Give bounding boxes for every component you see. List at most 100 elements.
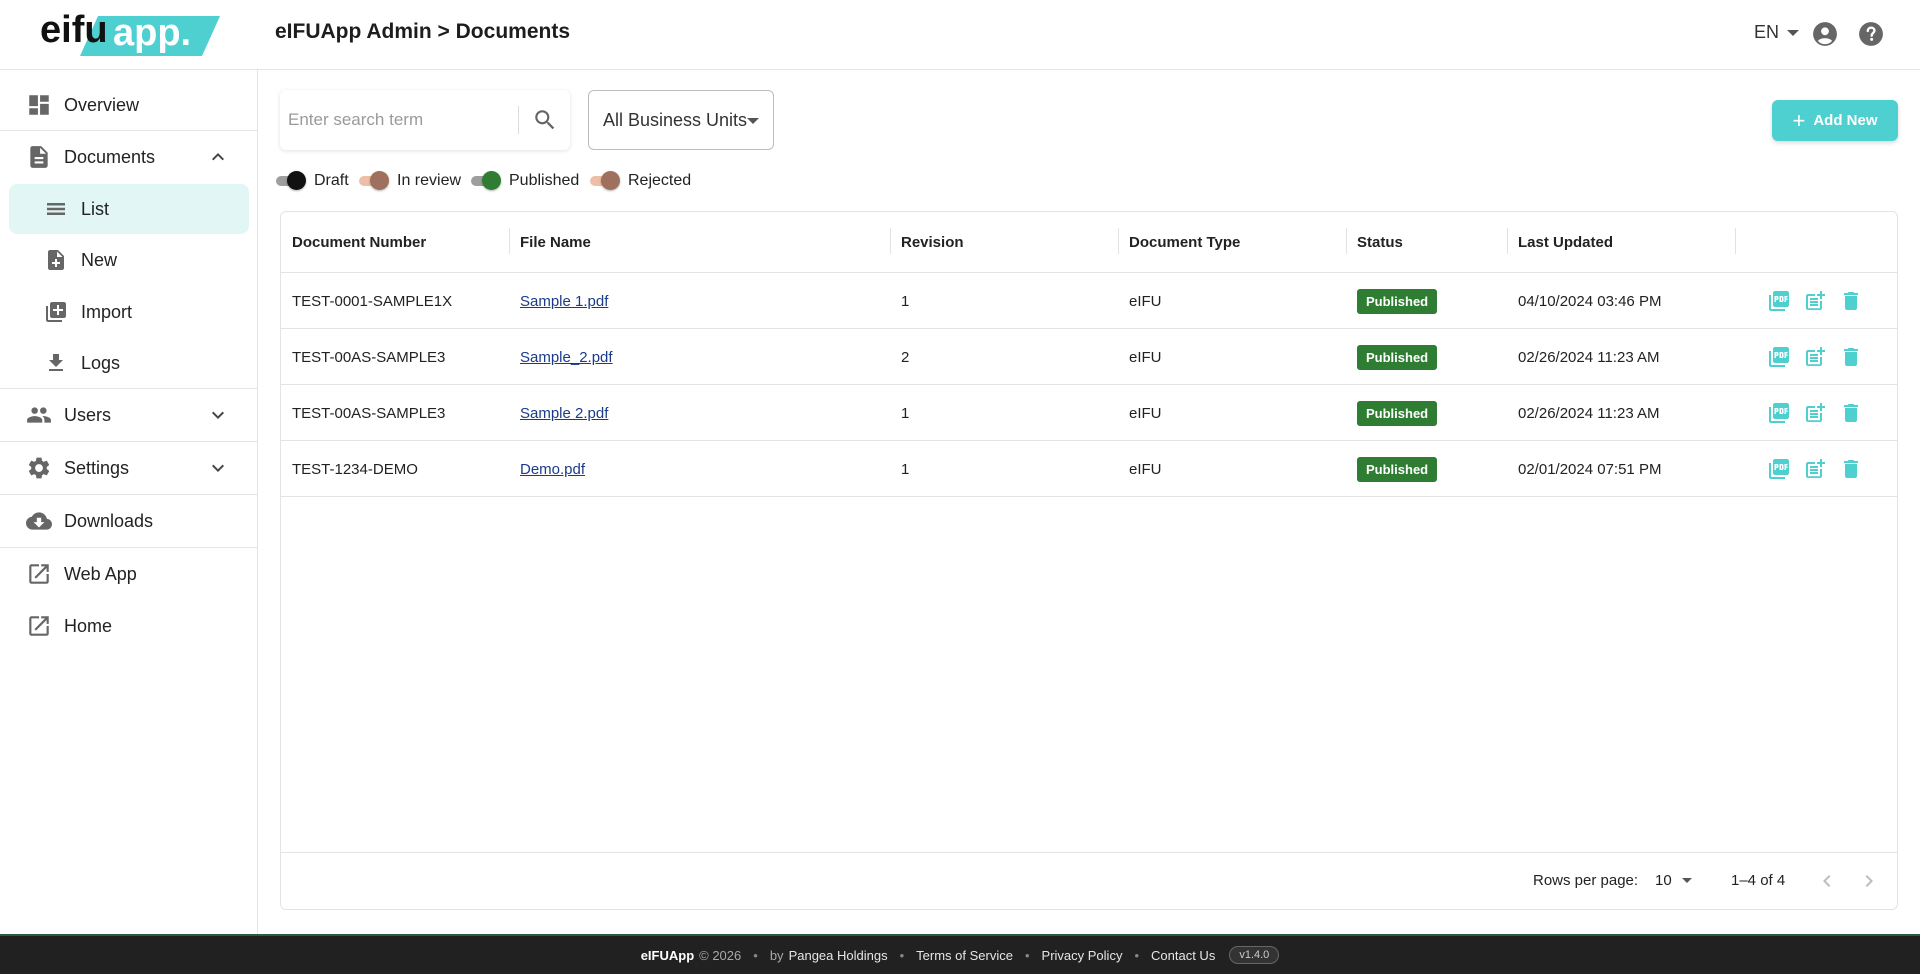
table-row: TEST-00AS-SAMPLE3 Sample 2.pdf 1 eIFU Pu… bbox=[281, 385, 1897, 441]
caret-down-icon bbox=[747, 118, 759, 124]
sidebar-item-documents[interactable]: Documents bbox=[0, 131, 258, 183]
post-add-icon[interactable] bbox=[1803, 289, 1827, 313]
note-add-icon bbox=[48, 250, 64, 270]
column-header-last-updated[interactable]: Last Updated bbox=[1518, 234, 1613, 251]
chevron-left-icon[interactable] bbox=[1815, 869, 1839, 893]
sidebar-item-home[interactable]: Home bbox=[0, 600, 258, 652]
chevron-right-icon[interactable] bbox=[1857, 869, 1881, 893]
filter-toggle-in-review[interactable]: In review bbox=[359, 170, 461, 192]
sidebar-item-import[interactable]: Import bbox=[0, 287, 258, 337]
contact-link[interactable]: Contact Us bbox=[1151, 948, 1215, 963]
account-icon[interactable] bbox=[1812, 21, 1838, 47]
pdf-icon[interactable] bbox=[1767, 345, 1791, 369]
toggle-track bbox=[276, 171, 306, 190]
column-separator[interactable] bbox=[890, 228, 891, 254]
sidebar-item-users[interactable]: Users bbox=[0, 389, 258, 441]
chevron-down-icon[interactable] bbox=[206, 456, 230, 480]
download-icon bbox=[49, 354, 63, 371]
sidebar-item-new[interactable]: New bbox=[0, 235, 258, 285]
cloud-download-icon bbox=[26, 512, 52, 530]
chevron-down-icon[interactable] bbox=[206, 403, 230, 427]
cell-last-updated: 04/10/2024 03:46 PM bbox=[1518, 293, 1662, 310]
filter-toggle-published[interactable]: Published bbox=[471, 170, 579, 192]
cell-file-name-link[interactable]: Sample_2.pdf bbox=[520, 349, 613, 366]
sidebar-item-downloads[interactable]: Downloads bbox=[0, 495, 258, 547]
column-separator[interactable] bbox=[509, 228, 510, 254]
dashboard-icon bbox=[29, 95, 49, 115]
add-new-button[interactable]: + Add New bbox=[1772, 100, 1898, 141]
cell-document-type: eIFU bbox=[1129, 405, 1162, 422]
filter-toggle-rejected[interactable]: Rejected bbox=[590, 170, 691, 192]
toggle-knob bbox=[287, 171, 306, 190]
sidebar-item-overview[interactable]: Overview bbox=[0, 79, 258, 131]
sidebar: Overview Documents List New Import Logs … bbox=[0, 70, 258, 934]
status-badge: Published bbox=[1357, 289, 1438, 314]
cell-file-name-link[interactable]: Sample 1.pdf bbox=[520, 293, 608, 310]
column-separator[interactable] bbox=[1118, 228, 1119, 254]
search-icon[interactable] bbox=[532, 107, 558, 133]
search-input[interactable] bbox=[288, 104, 508, 136]
sidebar-item-label: New bbox=[81, 249, 118, 270]
search-divider bbox=[518, 106, 519, 134]
eifuapp-logo[interactable]: eifu app. bbox=[38, 8, 220, 58]
sidebar-item-label: Web App bbox=[64, 563, 137, 584]
column-header-document-number[interactable]: Document Number bbox=[292, 234, 426, 251]
sidebar-item-web-app[interactable]: Web App bbox=[0, 548, 258, 600]
sidebar-item-settings[interactable]: Settings bbox=[0, 442, 258, 494]
sidebar-item-logs[interactable]: Logs bbox=[0, 338, 258, 388]
footer-copyright: © 2026 bbox=[699, 947, 742, 963]
post-add-icon[interactable] bbox=[1803, 345, 1827, 369]
filter-label: In review bbox=[397, 172, 462, 189]
pdf-icon[interactable] bbox=[1767, 401, 1791, 425]
footer-separator: • bbox=[899, 947, 905, 963]
delete-icon[interactable] bbox=[1839, 345, 1863, 369]
delete-icon[interactable] bbox=[1839, 457, 1863, 481]
rows-per-page-select[interactable]: 10 bbox=[1655, 872, 1692, 889]
post-add-icon[interactable] bbox=[1803, 401, 1827, 425]
list-icon bbox=[47, 203, 65, 215]
table-row: TEST-00AS-SAMPLE3 Sample_2.pdf 2 eIFU Pu… bbox=[281, 329, 1897, 385]
toggle-track bbox=[471, 171, 501, 190]
cell-file-name-link[interactable]: Demo.pdf bbox=[520, 461, 585, 478]
column-header-document-type[interactable]: Document Type bbox=[1129, 234, 1240, 251]
chevron-up-icon[interactable] bbox=[206, 145, 230, 169]
cell-document-type: eIFU bbox=[1129, 293, 1162, 310]
column-header-status[interactable]: Status bbox=[1357, 234, 1403, 251]
status-badge: Published bbox=[1357, 345, 1438, 370]
svg-text:app.: app. bbox=[113, 12, 191, 54]
cell-file-name-link[interactable]: Sample 2.pdf bbox=[520, 405, 608, 422]
breadcrumb: eIFUApp Admin > Documents bbox=[275, 20, 570, 43]
caret-down-icon bbox=[1787, 29, 1800, 36]
footer-by: by bbox=[769, 947, 784, 963]
sidebar-item-label: Users bbox=[64, 404, 112, 425]
privacy-link[interactable]: Privacy Policy bbox=[1042, 948, 1123, 963]
column-separator[interactable] bbox=[1507, 228, 1508, 254]
delete-icon[interactable] bbox=[1839, 289, 1863, 313]
version-badge: v1.4.0 bbox=[1229, 946, 1280, 964]
sidebar-item-list[interactable]: List bbox=[9, 184, 249, 234]
sidebar-item-label: Downloads bbox=[64, 510, 154, 531]
rows-per-page-value: 10 bbox=[1655, 872, 1672, 889]
column-separator[interactable] bbox=[1735, 228, 1736, 254]
cell-document-number: TEST-00AS-SAMPLE3 bbox=[292, 349, 446, 366]
open-in-new-icon bbox=[29, 616, 49, 636]
filter-label: Rejected bbox=[628, 172, 692, 189]
language-selector[interactable]: EN bbox=[1754, 22, 1800, 43]
delete-icon[interactable] bbox=[1839, 401, 1863, 425]
post-add-icon[interactable] bbox=[1803, 457, 1827, 481]
documents-table: Document Number File Name Revision Docum… bbox=[280, 211, 1898, 910]
filter-toggle-draft[interactable]: Draft bbox=[276, 170, 349, 192]
top-app-bar: eifu app. eIFUApp Admin > Documents EN bbox=[0, 0, 1920, 70]
cell-revision: 2 bbox=[901, 349, 910, 366]
pagination-range: 1–4 of 4 bbox=[1731, 872, 1786, 889]
terms-link[interactable]: Terms of Service bbox=[916, 948, 1013, 963]
pdf-icon[interactable] bbox=[1767, 289, 1791, 313]
business-unit-value: All Business Units bbox=[603, 109, 748, 130]
open-in-new-icon bbox=[29, 564, 49, 584]
business-unit-select[interactable]: All Business Units bbox=[588, 90, 774, 150]
column-header-file-name[interactable]: File Name bbox=[520, 234, 591, 251]
column-separator[interactable] bbox=[1346, 228, 1347, 254]
pdf-icon[interactable] bbox=[1767, 457, 1791, 481]
column-header-revision[interactable]: Revision bbox=[901, 234, 964, 251]
help-icon[interactable] bbox=[1858, 21, 1884, 47]
